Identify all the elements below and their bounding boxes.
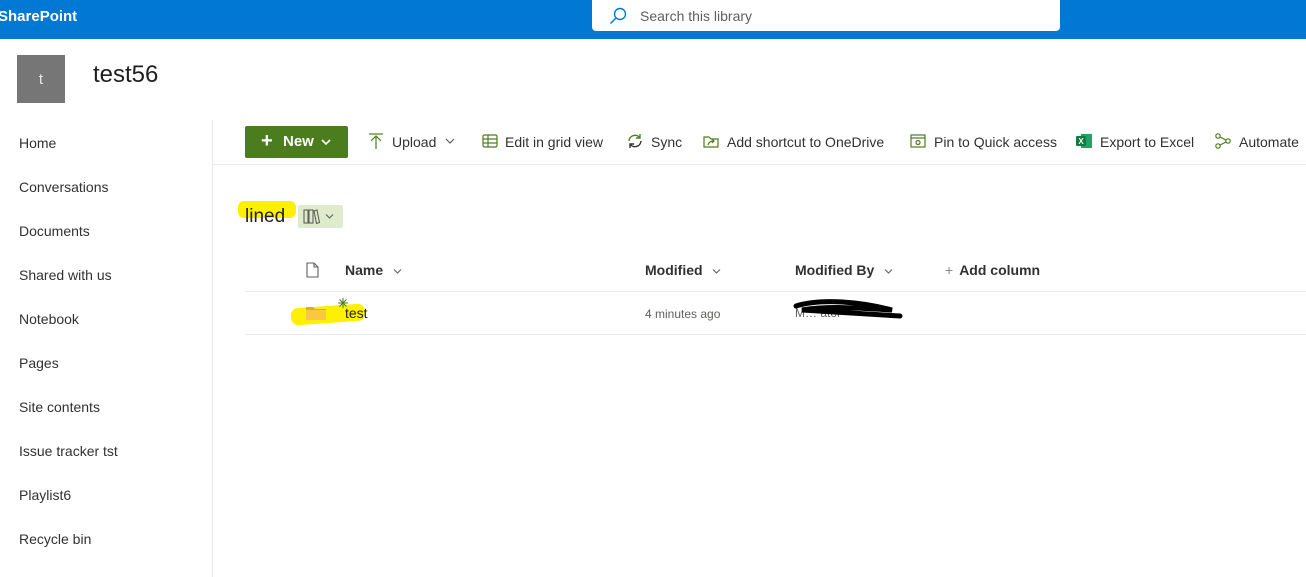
suite-bar: SharePoint Search this library [0, 0, 1306, 39]
svg-text:X: X [1078, 137, 1084, 146]
site-logo-letter: t [38, 70, 44, 88]
column-header-name[interactable]: Name [345, 262, 402, 278]
column-header-modified-by-label: Modified By [795, 262, 875, 278]
chevron-down-icon [321, 139, 331, 146]
automate-button[interactable]: Automate [1239, 134, 1299, 150]
app-name[interactable]: SharePoint [0, 8, 77, 25]
plus-icon: + [945, 262, 954, 278]
upload-icon [369, 133, 383, 149]
nav-item-playlist6[interactable]: Playlist6 [19, 487, 71, 503]
library-icon [303, 209, 320, 224]
new-button[interactable]: + New [245, 126, 348, 158]
nav-item-home[interactable]: Home [19, 135, 56, 151]
column-header-modified[interactable]: Modified [645, 262, 721, 278]
site-title[interactable]: test56 [93, 61, 158, 89]
header-divider [245, 291, 1306, 292]
nav-item-notebook[interactable]: Notebook [19, 311, 79, 327]
redaction-scribble [793, 299, 903, 319]
excel-icon: X [1076, 134, 1092, 148]
library-title: lined [245, 206, 286, 227]
file-type-icon[interactable] [306, 262, 319, 278]
chevron-down-icon [884, 269, 893, 274]
add-shortcut-icon [703, 136, 719, 148]
pin-quick-access-button[interactable]: Pin to Quick access [934, 134, 1057, 150]
item-name-link[interactable]: test [345, 305, 368, 321]
automate-icon [1215, 133, 1231, 149]
search-placeholder: Search this library [640, 8, 753, 24]
add-column-button[interactable]: + Add column [945, 262, 1040, 278]
chevron-down-icon [393, 269, 402, 274]
edit-grid-button[interactable]: Edit in grid view [505, 134, 603, 150]
sync-button[interactable]: Sync [651, 134, 682, 150]
upload-button[interactable]: Upload [392, 134, 436, 150]
search-icon [610, 7, 627, 24]
pin-icon [910, 134, 926, 148]
column-header-name-label: Name [345, 262, 384, 278]
sync-icon [628, 134, 642, 148]
export-excel-button[interactable]: Export to Excel [1100, 134, 1194, 150]
nav-item-pages[interactable]: Pages [19, 355, 59, 371]
site-logo[interactable]: t [17, 55, 65, 103]
chevron-down-icon [445, 138, 455, 144]
search-input[interactable]: Search this library [592, 0, 1060, 31]
nav-item-site-contents[interactable]: Site contents [19, 399, 100, 415]
row-divider [245, 334, 1306, 335]
chevron-down-icon [325, 214, 334, 219]
grid-icon [482, 134, 498, 148]
add-column-label: Add column [959, 262, 1041, 278]
new-button-label: New [283, 133, 314, 150]
item-modified: 4 minutes ago [645, 307, 721, 321]
folder-icon [306, 307, 326, 320]
view-switcher-button[interactable] [298, 205, 343, 228]
nav-item-issue-tracker[interactable]: Issue tracker tst [19, 443, 118, 459]
command-bar: + New Upload Edit in grid view Sync Add … [213, 120, 1306, 165]
column-header-modified-by[interactable]: Modified By [795, 262, 893, 278]
add-shortcut-button[interactable]: Add shortcut to OneDrive [727, 134, 884, 150]
nav-item-recycle-bin[interactable]: Recycle bin [19, 531, 91, 547]
plus-icon: + [261, 130, 273, 152]
chevron-down-icon [713, 269, 721, 274]
left-navigation: Home Conversations Documents Shared with… [0, 120, 213, 577]
nav-item-conversations[interactable]: Conversations [19, 179, 109, 195]
column-header-modified-label: Modified [645, 262, 703, 278]
nav-item-documents[interactable]: Documents [19, 223, 90, 239]
nav-item-shared-with-us[interactable]: Shared with us [19, 267, 112, 283]
